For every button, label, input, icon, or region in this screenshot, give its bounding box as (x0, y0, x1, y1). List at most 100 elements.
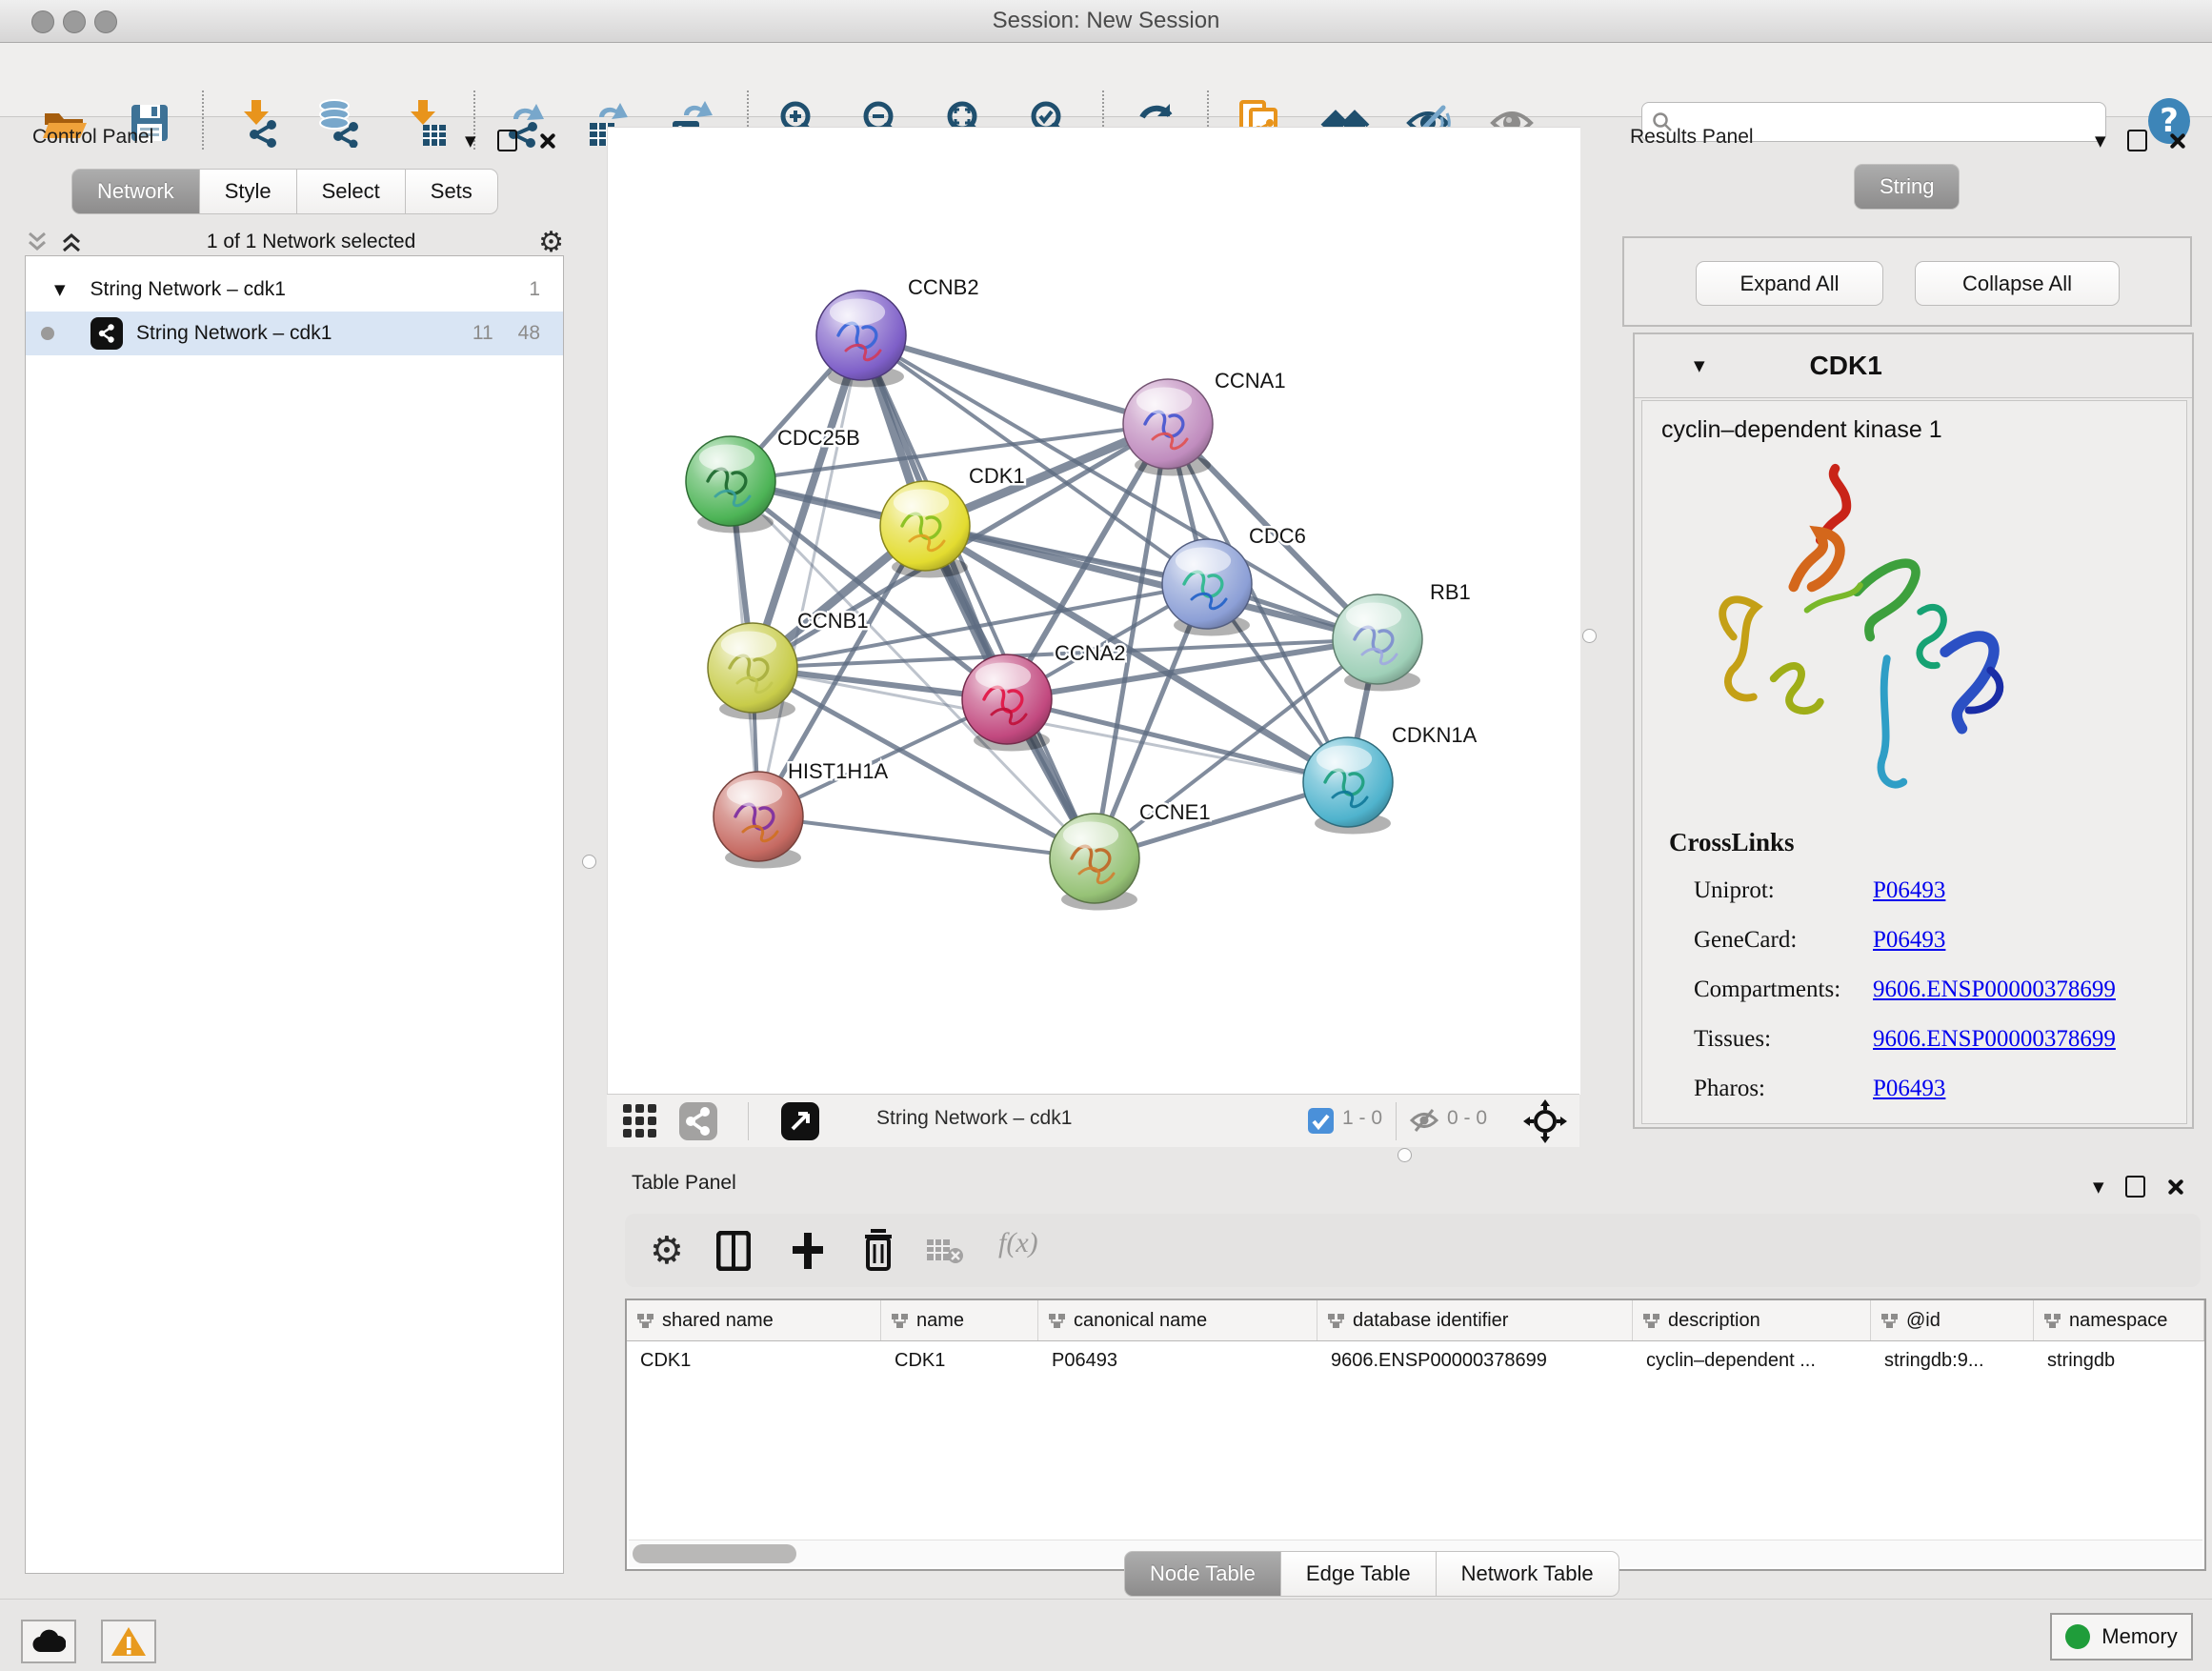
panel-maximize-icon[interactable] (2127, 130, 2147, 151)
node-CDK1[interactable] (880, 481, 970, 578)
column-header-namespace[interactable]: namespace (2034, 1300, 2204, 1340)
cloud-icon (31, 1629, 66, 1654)
column-header-description[interactable]: description (1633, 1300, 1871, 1340)
status-bar: Memory (0, 1599, 2212, 1671)
column-header-@id[interactable]: @id (1871, 1300, 2034, 1340)
tab-edge-table[interactable]: Edge Table (1281, 1551, 1437, 1597)
panel-close-icon[interactable] (2168, 132, 2185, 150)
node-RB1[interactable] (1333, 594, 1422, 692)
crosslink-link[interactable]: 9606.ENSP00000378699 (1873, 1026, 2116, 1053)
network-canvas[interactable]: CCNB2CCNA1CDC25BCDK1CDC6RB1CCNB1CCNA2CDK… (607, 127, 1580, 1095)
selected-checkbox-icon[interactable] (1308, 1108, 1334, 1138)
crosslink-row: Pharos:P06493 (1694, 1064, 2170, 1114)
import-table-file-icon[interactable] (400, 98, 450, 148)
network-node-count: 11 (473, 322, 493, 345)
edge-CCNB2-HIST1H1A[interactable] (758, 335, 861, 816)
expand-all-button[interactable]: Expand All (1696, 261, 1883, 306)
tab-select[interactable]: Select (297, 169, 406, 214)
memory-button[interactable]: Memory (2050, 1613, 2193, 1661)
table-cell: cyclin–dependent ... (1633, 1350, 1871, 1372)
crosslink-link[interactable]: P06493 (1873, 927, 1945, 954)
panel-close-icon[interactable] (538, 132, 555, 150)
memory-status-dot (2065, 1624, 2090, 1649)
node-label-CDKN1A: CDKN1A (1392, 723, 1478, 747)
node-CCNA1[interactable] (1123, 379, 1213, 476)
network-row[interactable]: String Network – cdk1 11 48 (26, 312, 563, 355)
table-row[interactable]: CDK1CDK1P064939606.ENSP00000378699cyclin… (627, 1341, 2204, 1379)
collapse-all-icon[interactable] (25, 231, 50, 253)
add-column-icon[interactable] (789, 1231, 827, 1276)
entry-detail-box: cyclin–dependent kinase 1 CrossLinks Uni… (1641, 400, 2187, 1124)
tab-node-table[interactable]: Node Table (1124, 1551, 1281, 1597)
node-label-RB1: RB1 (1430, 580, 1471, 604)
panel-float-icon[interactable]: ▼ (2093, 1178, 2104, 1196)
delete-column-icon[interactable] (861, 1229, 895, 1276)
network-edge-count: 48 (518, 322, 540, 345)
crosslink-label: GeneCard: (1694, 927, 1873, 954)
column-header-database-identifier[interactable]: database identifier (1317, 1300, 1633, 1340)
fit-selected-crosshair-icon[interactable] (1523, 1099, 1567, 1148)
network-view-toolbar: String Network – cdk1 1 - 0 0 - 0 (607, 1094, 1579, 1147)
edge-HIST1H1A-CCNE1[interactable] (758, 816, 1095, 858)
panel-float-icon[interactable]: ▼ (465, 132, 476, 150)
control-panel-title: Control Panel (32, 126, 153, 149)
detach-view-icon[interactable] (781, 1102, 819, 1145)
panel-float-icon[interactable]: ▼ (2095, 132, 2106, 150)
entry-expander-icon[interactable]: ▼ (1694, 357, 1705, 374)
edge-CCNB2-CCNE1[interactable] (861, 335, 1095, 858)
title-bar: Session: New Session (0, 0, 2212, 43)
table-options-gear-icon[interactable]: ⚙ (650, 1229, 684, 1273)
network-summary-row: 1 of 1 Network selected ⚙ (25, 229, 564, 255)
tab-sets[interactable]: Sets (406, 169, 498, 214)
table-tabs: Node TableEdge TableNetwork Table (1124, 1551, 1619, 1597)
import-network-database-icon[interactable] (313, 98, 363, 148)
network-options-gear-icon[interactable]: ⚙ (538, 226, 564, 259)
node-CDC6[interactable] (1162, 539, 1252, 636)
tab-style[interactable]: Style (200, 169, 297, 214)
crosslink-label: Uniprot: (1694, 877, 1873, 904)
network-collection-row[interactable]: ▼ String Network – cdk1 1 (26, 268, 563, 312)
bottom-splitter-handle[interactable] (1398, 1148, 1412, 1162)
table-cell: 9606.ENSP00000378699 (1317, 1350, 1633, 1372)
panel-close-icon[interactable] (2166, 1178, 2183, 1196)
delete-table-icon (926, 1237, 964, 1270)
right-splitter-handle[interactable] (1582, 629, 1597, 643)
cytoscape-window: Session: New Session (0, 0, 2212, 1671)
tab-network-table[interactable]: Network Table (1437, 1551, 1619, 1597)
crosslink-link[interactable]: P06493 (1873, 877, 1945, 904)
edge-CCNB2-CCNA1[interactable] (861, 335, 1168, 424)
grid-view-icon[interactable] (621, 1102, 659, 1145)
collapse-all-button[interactable]: Collapse All (1915, 261, 2120, 306)
expand-all-icon[interactable] (59, 231, 84, 253)
entry-header[interactable]: ▼ CDK1 (1635, 334, 2192, 398)
crosslink-link[interactable]: P06493 (1873, 1076, 1945, 1102)
node-CCNE1[interactable] (1050, 814, 1139, 911)
column-header-canonical-name[interactable]: canonical name (1038, 1300, 1317, 1340)
collection-expander-icon[interactable]: ▼ (54, 281, 66, 298)
node-CDKN1A[interactable] (1303, 737, 1393, 835)
import-network-file-icon[interactable] (233, 98, 283, 148)
node-label-CCNB1: CCNB1 (797, 609, 869, 633)
node-CCNB1[interactable] (708, 623, 797, 720)
main-toolbar: ? (0, 43, 2212, 117)
scrollbar-thumb[interactable] (633, 1544, 796, 1563)
entry-name: CDK1 (1810, 351, 1882, 381)
tab-string[interactable]: String (1854, 164, 1960, 210)
tab-network[interactable]: Network (71, 169, 200, 214)
show-columns-icon[interactable] (716, 1231, 751, 1276)
memory-label: Memory (2101, 1624, 2177, 1649)
column-header-name[interactable]: name (881, 1300, 1038, 1340)
panel-maximize-icon[interactable] (497, 130, 517, 151)
network-graph[interactable]: CCNB2CCNA1CDC25BCDK1CDC6RB1CCNB1CCNA2CDK… (608, 128, 1580, 1095)
left-splitter-handle[interactable] (582, 855, 596, 869)
crosslinks-heading: CrossLinks (1669, 828, 1795, 857)
string-view-icon[interactable] (679, 1102, 717, 1145)
panel-maximize-icon[interactable] (2125, 1176, 2145, 1198)
node-HIST1H1A[interactable] (714, 772, 803, 869)
warning-status-button[interactable] (101, 1620, 156, 1663)
network-tree: ▼ String Network – cdk1 1 String Network… (25, 255, 564, 1574)
cloud-status-button[interactable] (21, 1620, 76, 1663)
column-header-shared-name[interactable]: shared name (627, 1300, 881, 1340)
crosslink-link[interactable]: 9606.ENSP00000378699 (1873, 976, 2116, 1003)
node-CDC25B[interactable] (686, 436, 775, 534)
